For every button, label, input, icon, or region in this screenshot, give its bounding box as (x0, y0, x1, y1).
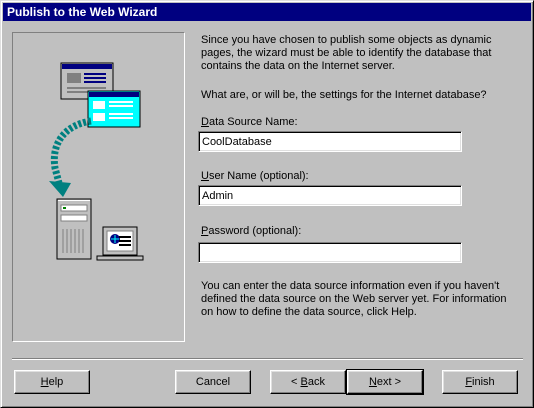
wizard-window: Publish to the Web Wizard Since you have… (0, 0, 534, 408)
help-rest: elp (48, 375, 64, 388)
dsn-label-rest: ata Source Name: (208, 116, 298, 128)
user-label: User Name (optional): (201, 170, 309, 183)
help-button[interactable]: Help (14, 370, 90, 394)
help-key: H (40, 375, 49, 388)
server-computer-icon (56, 198, 92, 260)
title-bar[interactable]: Publish to the Web Wizard (3, 3, 531, 21)
intro-paragraph: Since you have chosen to publish some ob… (201, 34, 492, 72)
footer-note: You can enter the data source informatio… (201, 280, 507, 318)
next-key: N (368, 375, 377, 388)
password-input[interactable] (198, 242, 462, 263)
web-page-document-icon (60, 62, 141, 128)
user-label-rest: ser Name (optional): (208, 170, 309, 182)
illustration-panel (12, 32, 185, 342)
web-monitor-icon (96, 226, 144, 261)
data-source-name-input[interactable] (198, 131, 462, 152)
user-label-key: U (201, 170, 209, 182)
illustration (49, 62, 144, 261)
password-label-rest: assword (optional): (208, 225, 302, 237)
dsn-label: Data Source Name: (201, 116, 298, 129)
window-title: Publish to the Web Wizard (7, 5, 158, 19)
finish-rest: inish (472, 375, 495, 388)
cancel-button[interactable]: Cancel (175, 370, 251, 394)
back-button[interactable]: < Back (270, 370, 346, 394)
user-name-input[interactable] (198, 185, 462, 206)
question-text: What are, or will be, the settings for t… (201, 89, 487, 101)
back-key: B (300, 375, 308, 388)
dsn-label-key: D (201, 116, 209, 128)
back-prefix: < (291, 375, 301, 388)
next-rest: ext > (376, 375, 402, 388)
back-rest: ack (307, 375, 325, 388)
password-label: Password (optional): (201, 225, 301, 238)
curved-arrow-icon (49, 117, 92, 197)
finish-button[interactable]: Finish (442, 370, 518, 394)
button-separator (12, 358, 523, 360)
next-button[interactable]: Next > (346, 369, 424, 395)
